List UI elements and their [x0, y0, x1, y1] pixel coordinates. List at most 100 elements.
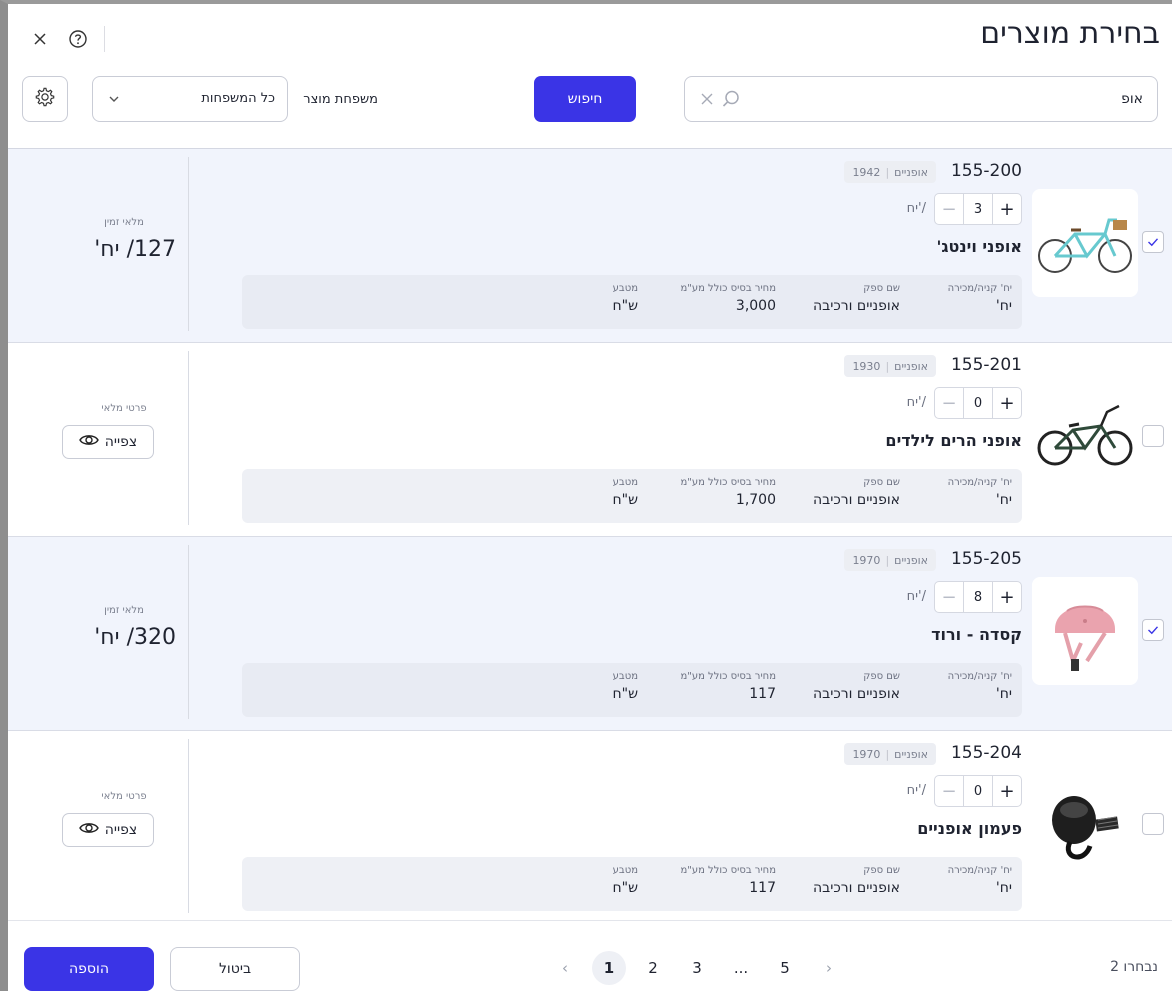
search-input-value: אופ — [1121, 91, 1143, 107]
row-checkbox[interactable] — [1142, 619, 1164, 641]
view-stock-button[interactable]: צפייה — [62, 813, 154, 847]
meta-unit: יח' קניה/מכירה יח' — [948, 283, 1012, 314]
row-checkbox[interactable] — [1142, 813, 1164, 835]
category-tag: אופניים | 1942 — [844, 161, 936, 183]
product-code: 155-201 — [950, 355, 1022, 375]
meta-value: 1,700 — [735, 492, 776, 508]
quantity-value[interactable]: 3 — [964, 194, 992, 224]
next-page-icon[interactable]: › — [812, 951, 846, 985]
product-name: קסדה - ורוד — [931, 625, 1022, 644]
meta-label: מטבע — [612, 865, 638, 876]
product-family-select[interactable]: כל המשפחות — [92, 76, 288, 122]
tag-separator: | — [885, 165, 890, 179]
product-code: 155-204 — [950, 743, 1022, 763]
meta-value: ש"ח — [612, 686, 638, 702]
category-name: אופניים — [894, 165, 928, 179]
increment-button[interactable]: + — [992, 388, 1021, 418]
meta-label: מחיר בסיס כולל מע"מ — [680, 865, 776, 876]
meta-value: אופניים ורכיבה — [812, 686, 900, 702]
decrement-button[interactable]: − — [935, 388, 964, 418]
meta-unit: יח' קניה/מכירה יח' — [948, 671, 1012, 702]
settings-button[interactable] — [22, 76, 68, 122]
tag-separator: | — [885, 553, 890, 567]
meta-price: מחיר בסיס כולל מע"מ 117 — [680, 671, 776, 702]
search-icon — [721, 89, 741, 113]
meta-unit: יח' קניה/מכירה יח' — [948, 865, 1012, 896]
quantity-stepper[interactable]: − 8 + — [934, 581, 1022, 613]
help-icon[interactable] — [66, 27, 90, 51]
meta-value: ש"ח — [612, 492, 638, 508]
increment-button[interactable]: + — [992, 194, 1021, 224]
product-row[interactable]: 155-201 אופניים | 1930 − 0 + יח'/ אופני … — [8, 343, 1172, 537]
selected-count: נבחרו 2 — [1110, 959, 1158, 975]
row-divider — [188, 351, 189, 525]
close-icon[interactable] — [28, 27, 52, 51]
decrement-button[interactable]: − — [935, 194, 964, 224]
quantity-value[interactable]: 0 — [964, 388, 992, 418]
prev-page-icon[interactable]: ‹ — [548, 951, 582, 985]
meta-price: מחיר בסיס כולל מע"מ 3,000 — [680, 283, 776, 314]
product-image-helmet — [1032, 577, 1138, 685]
add-button[interactable]: הוספה — [24, 947, 154, 991]
product-name: אופני הרים לילדים — [885, 431, 1022, 450]
row-checkbox[interactable] — [1142, 425, 1164, 447]
meta-value: אופניים ורכיבה — [812, 492, 900, 508]
meta-label: מחיר בסיס כולל מע"מ — [680, 283, 776, 294]
meta-supplier: שם ספק אופניים ורכיבה — [813, 865, 900, 896]
eye-icon — [78, 433, 99, 451]
product-row[interactable]: 155-204 אופניים | 1970 − 0 + יח'/ פעמון … — [8, 731, 1172, 920]
meta-value: יח' — [995, 298, 1012, 314]
product-row[interactable]: 155-205 אופניים | 1970 − 8 + יח'/ קסדה -… — [8, 537, 1172, 731]
category-tag: אופניים | 1970 — [844, 549, 936, 571]
quantity-unit: יח'/ — [906, 589, 926, 604]
meta-value: יח' — [995, 492, 1012, 508]
product-family-value: כל המשפחות — [201, 91, 275, 106]
meta-label: יח' קניה/מכירה — [947, 865, 1012, 876]
meta-label: מטבע — [612, 283, 638, 294]
decrement-button[interactable]: − — [935, 582, 964, 612]
meta-label: יח' קניה/מכירה — [947, 671, 1012, 682]
dialog-title: בחירת מוצרים — [980, 16, 1160, 51]
meta-value: יח' — [995, 686, 1012, 702]
search-button[interactable]: חיפוש — [534, 76, 636, 122]
product-list: 155-200 אופניים | 1942 − 3 + יח'/ אופני … — [8, 148, 1172, 920]
increment-button[interactable]: + — [992, 582, 1021, 612]
meta-label: יח' קניה/מכירה — [947, 283, 1012, 294]
row-checkbox[interactable] — [1142, 231, 1164, 253]
quantity-stepper[interactable]: − 0 + — [934, 775, 1022, 807]
view-stock-button[interactable]: צפייה — [62, 425, 154, 459]
pagination: ‹ 1 2 3 ... 5 › — [548, 951, 846, 985]
meta-value: אופניים ורכיבה — [812, 880, 900, 896]
quantity-stepper[interactable]: − 3 + — [934, 193, 1022, 225]
page-2[interactable]: 2 — [636, 951, 670, 985]
category-year: 1970 — [852, 553, 881, 567]
meta-value: 3,000 — [735, 298, 776, 314]
gear-icon — [34, 86, 56, 112]
category-name: אופניים — [894, 553, 928, 567]
product-image-mountain-bike — [1032, 383, 1138, 491]
quantity-stepper[interactable]: − 0 + — [934, 387, 1022, 419]
meta-label: שם ספק — [863, 477, 900, 488]
product-name: פעמון אופניים — [917, 819, 1022, 838]
increment-button[interactable]: + — [992, 776, 1021, 806]
quantity-value[interactable]: 0 — [964, 776, 992, 806]
meta-label: שם ספק — [863, 671, 900, 682]
category-tag: אופניים | 1930 — [844, 355, 936, 377]
meta-value: יח' — [995, 880, 1012, 896]
available-stock-value: 127/ יח' — [94, 237, 176, 262]
cancel-button[interactable]: ביטול — [170, 947, 300, 991]
clear-search-icon[interactable] — [699, 91, 715, 111]
meta-supplier: שם ספק אופניים ורכיבה — [813, 671, 900, 702]
search-input[interactable]: אופ — [684, 76, 1158, 122]
page-3[interactable]: 3 — [680, 951, 714, 985]
quantity-unit: יח'/ — [906, 201, 926, 216]
meta-currency: מטבע ש"ח — [612, 283, 638, 314]
page-5[interactable]: 5 — [768, 951, 802, 985]
product-row[interactable]: 155-200 אופניים | 1942 − 3 + יח'/ אופני … — [8, 149, 1172, 343]
decrement-button[interactable]: − — [935, 776, 964, 806]
meta-currency: מטבע ש"ח — [612, 865, 638, 896]
available-stock-label: מלאי זמין — [104, 605, 144, 616]
quantity-value[interactable]: 8 — [964, 582, 992, 612]
product-meta: יח' קניה/מכירה יח' שם ספק אופניים ורכיבה מ… — [242, 663, 1022, 717]
page-1[interactable]: 1 — [592, 951, 626, 985]
